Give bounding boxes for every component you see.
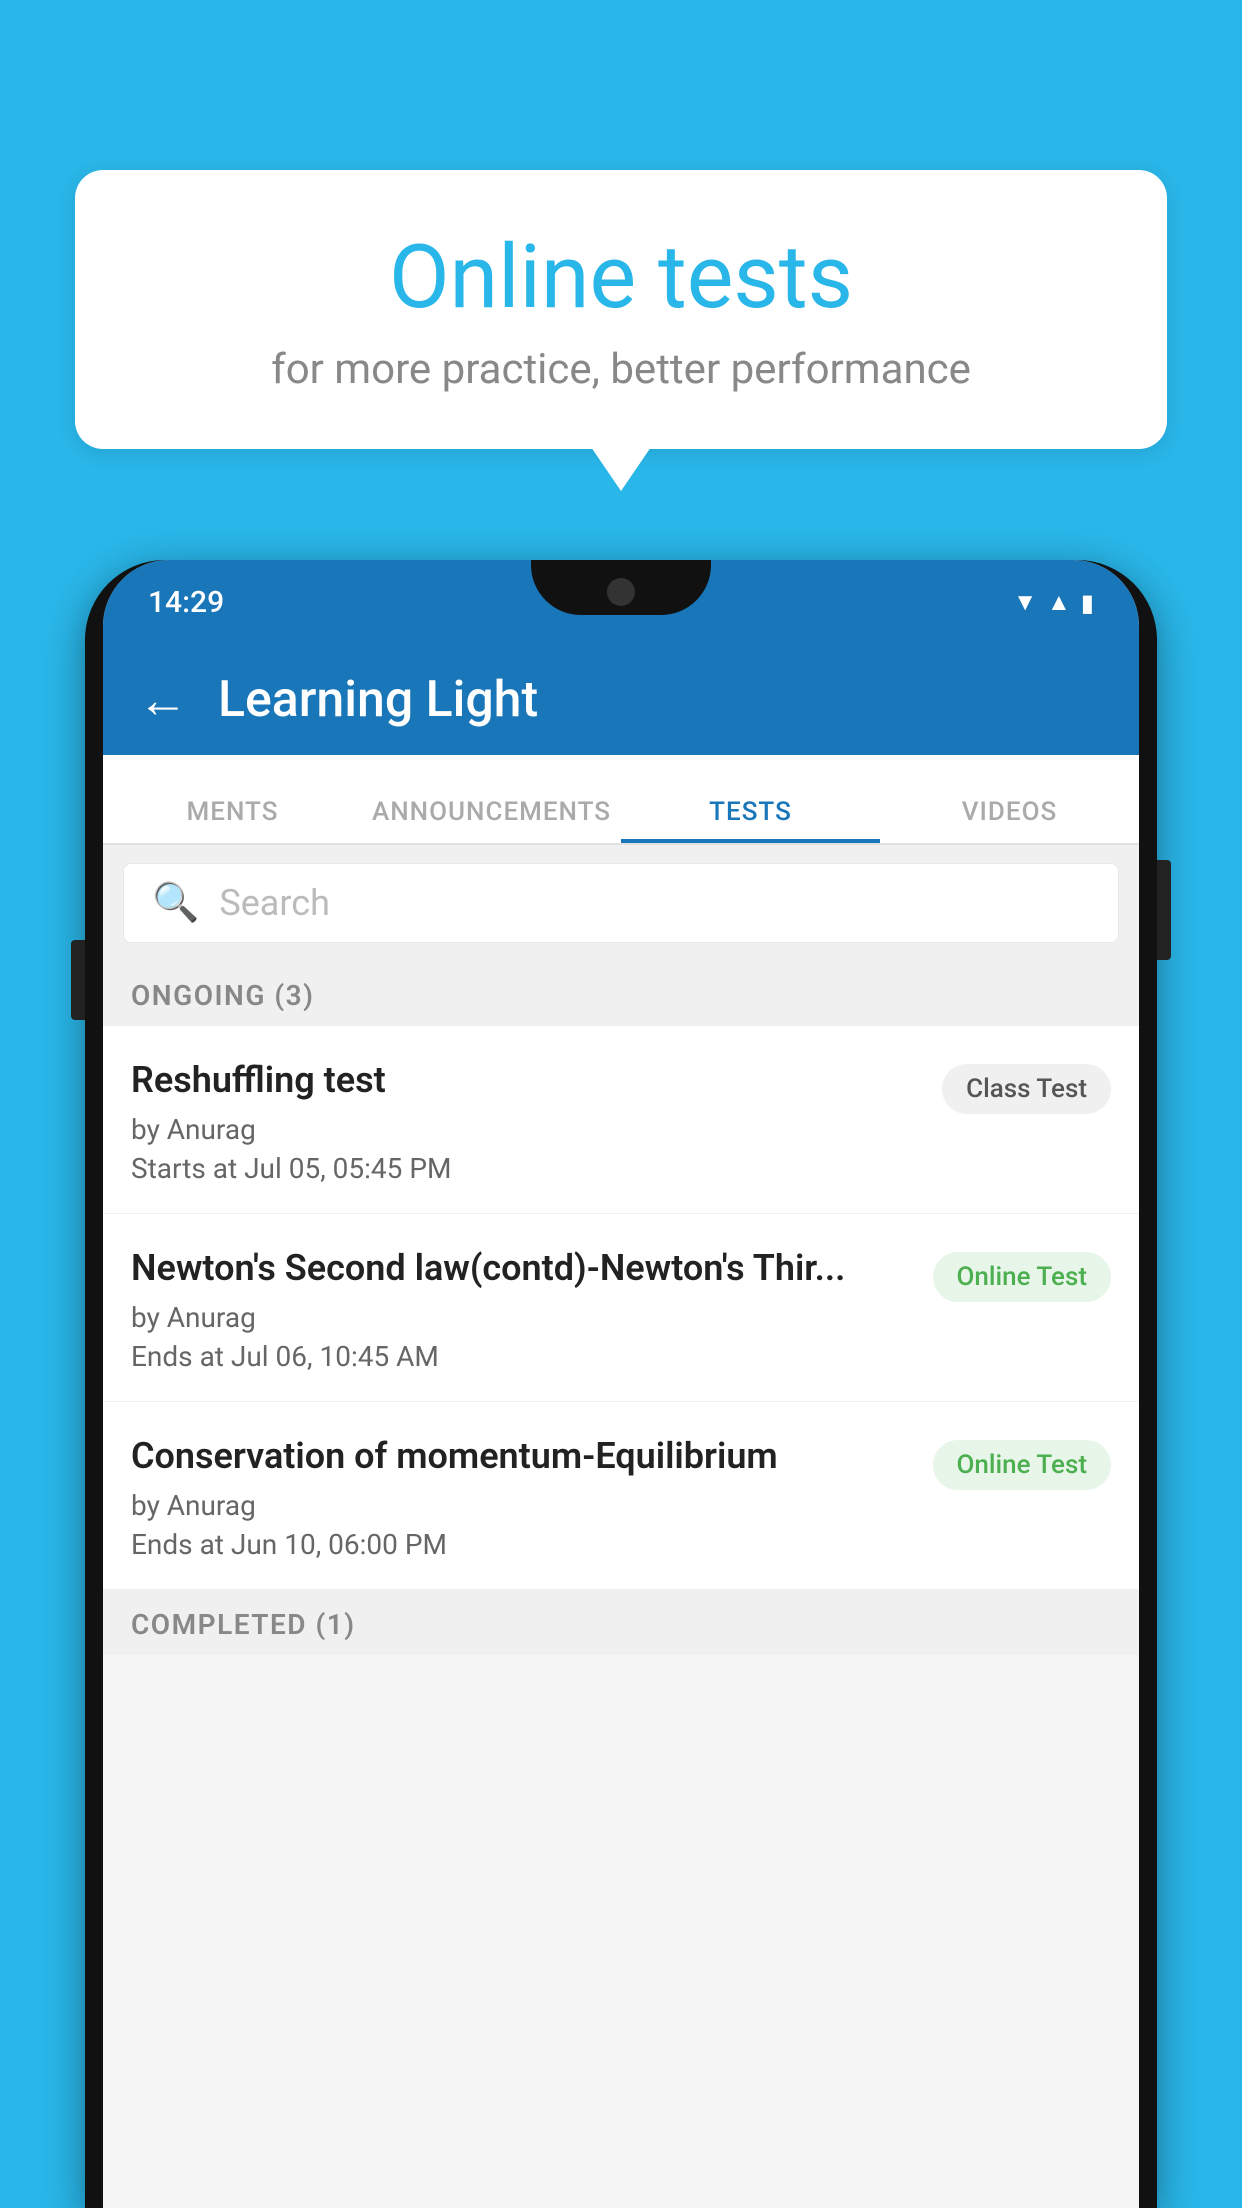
test-by-3: by Anurag [131, 1489, 913, 1522]
test-list: Reshuffling test by Anurag Starts at Jul… [103, 1026, 1139, 1590]
app-title: Learning Light [218, 671, 538, 729]
volume-button [71, 940, 85, 1020]
wifi-icon: ▼ [1013, 588, 1037, 617]
test-badge-2: Online Test [933, 1252, 1112, 1302]
search-box[interactable]: 🔍 Search [123, 863, 1119, 943]
battery-icon: ▮ [1081, 589, 1094, 617]
test-badge-1: Class Test [942, 1064, 1111, 1114]
tab-announcements[interactable]: ANNOUNCEMENTS [362, 755, 621, 843]
tab-videos[interactable]: VIDEOS [880, 755, 1139, 843]
ongoing-section-header: ONGOING (3) [103, 961, 1139, 1026]
tabs-bar: MENTS ANNOUNCEMENTS TESTS VIDEOS [103, 755, 1139, 845]
notch [531, 560, 711, 615]
completed-section-title: COMPLETED (1) [131, 1608, 356, 1641]
test-info-2: Newton's Second law(contd)-Newton's Thir… [131, 1246, 913, 1373]
test-name-1: Reshuffling test [131, 1058, 922, 1103]
app-bar: ← Learning Light [103, 645, 1139, 755]
status-icons: ▼ ▲ ▮ [1013, 588, 1094, 617]
signal-icon: ▲ [1047, 588, 1071, 617]
test-info-1: Reshuffling test by Anurag Starts at Jul… [131, 1058, 922, 1185]
test-by-2: by Anurag [131, 1301, 913, 1334]
test-item-2[interactable]: Newton's Second law(contd)-Newton's Thir… [103, 1214, 1139, 1402]
status-bar: 14:29 ▼ ▲ ▮ [103, 560, 1139, 645]
speech-bubble: Online tests for more practice, better p… [75, 170, 1167, 449]
test-info-3: Conservation of momentum-Equilibrium by … [131, 1434, 913, 1561]
completed-section-header: COMPLETED (1) [103, 1590, 1139, 1655]
tab-tests[interactable]: TESTS [621, 755, 880, 843]
test-name-2: Newton's Second law(contd)-Newton's Thir… [131, 1246, 913, 1291]
search-container: 🔍 Search [103, 845, 1139, 961]
test-badge-3: Online Test [933, 1440, 1112, 1490]
ongoing-section-title: ONGOING (3) [131, 979, 314, 1012]
search-icon: 🔍 [152, 881, 199, 925]
test-item-1[interactable]: Reshuffling test by Anurag Starts at Jul… [103, 1026, 1139, 1214]
phone-screen: 14:29 ▼ ▲ ▮ ← Learning Light MENTS ANNOU… [103, 560, 1139, 2208]
test-item-3[interactable]: Conservation of momentum-Equilibrium by … [103, 1402, 1139, 1590]
back-button[interactable]: ← [138, 671, 188, 730]
power-button [1157, 860, 1171, 960]
test-date-3: Ends at Jun 10, 06:00 PM [131, 1528, 913, 1561]
bubble-title: Online tests [125, 230, 1117, 327]
phone-frame: 14:29 ▼ ▲ ▮ ← Learning Light MENTS ANNOU… [85, 560, 1157, 2208]
test-date-1: Starts at Jul 05, 05:45 PM [131, 1152, 922, 1185]
test-name-3: Conservation of momentum-Equilibrium [131, 1434, 913, 1479]
tab-ments[interactable]: MENTS [103, 755, 362, 843]
status-time: 14:29 [148, 585, 224, 620]
test-date-2: Ends at Jul 06, 10:45 AM [131, 1340, 913, 1373]
camera [607, 578, 635, 606]
bubble-subtitle: for more practice, better performance [125, 345, 1117, 394]
search-placeholder: Search [219, 882, 330, 924]
test-by-1: by Anurag [131, 1113, 922, 1146]
